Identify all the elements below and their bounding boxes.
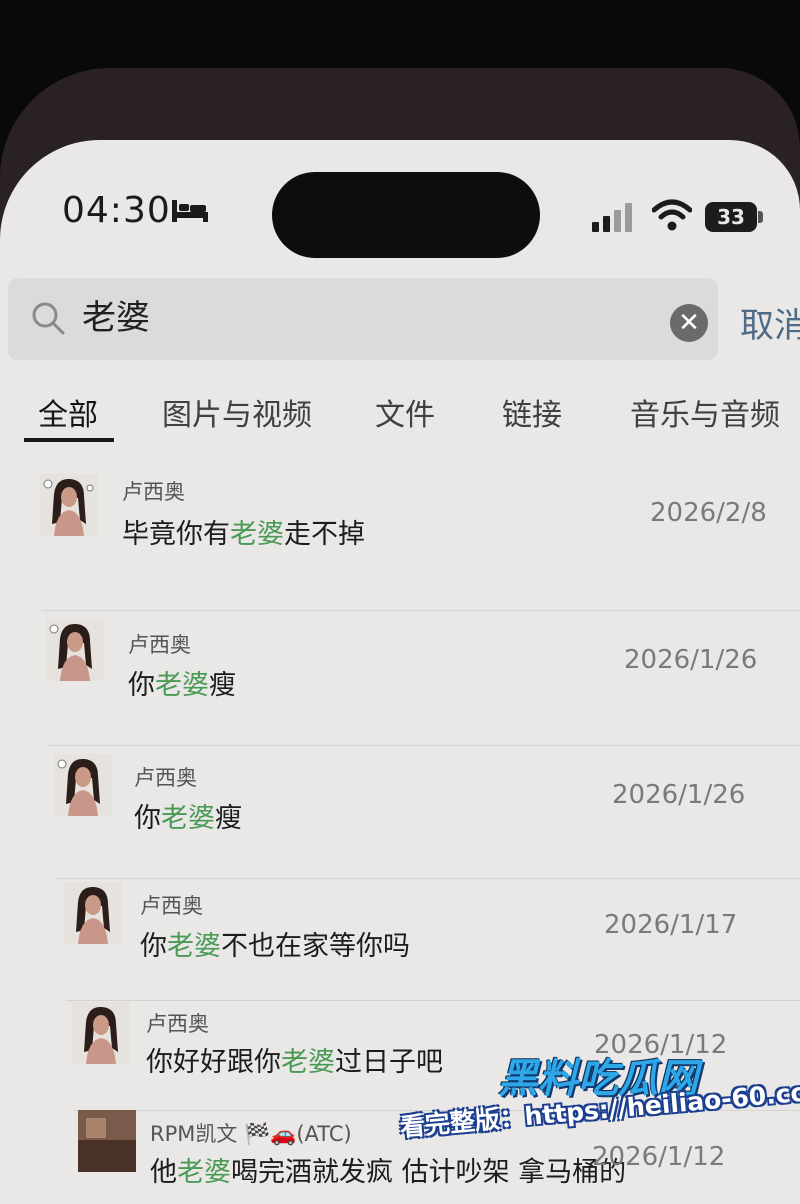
bed-icon <box>172 200 208 222</box>
tab-files[interactable]: 文件 <box>375 390 435 434</box>
message-text: 你 <box>134 803 161 834</box>
message-date: 2026/1/17 <box>604 910 738 940</box>
message-date: 2026/1/26 <box>612 780 746 810</box>
divider <box>42 610 800 611</box>
message-text: 毕竟你有 <box>122 519 230 550</box>
message-date: 2026/1/26 <box>624 645 758 675</box>
keyword-highlight: 老婆 <box>230 519 284 550</box>
list-item[interactable]: 卢西奥 你老婆瘦 2026/1/26 <box>0 752 800 877</box>
avatar <box>40 474 98 536</box>
cancel-button[interactable]: 取消 <box>740 298 800 347</box>
message-date: 2026/2/8 <box>650 498 767 528</box>
screen: 04:30 33 老婆 ✕ 取消 全部 图片与视频 文件 链接 音乐与音频 卢西… <box>0 140 800 1204</box>
sender-name: 卢西奥 <box>134 766 197 790</box>
tab-images-videos[interactable]: 图片与视频 <box>162 390 312 434</box>
search-input[interactable]: 老婆 <box>82 292 150 344</box>
list-item[interactable]: 卢西奥 你老婆不也在家等你吗 2026/1/17 <box>0 880 800 1002</box>
phone-frame: 04:30 33 老婆 ✕ 取消 全部 图片与视频 文件 链接 音乐与音频 卢西… <box>0 68 800 1204</box>
avatar <box>78 1110 136 1172</box>
message-text: 你 <box>140 931 167 962</box>
message-snippet: 毕竟你有老婆走不掉 <box>122 512 365 551</box>
keyword-highlight: 老婆 <box>155 670 209 701</box>
sender-name: 卢西奥 <box>140 894 203 918</box>
message-text: 过日子吧 <box>335 1047 443 1078</box>
search-bar[interactable]: 老婆 ✕ <box>8 278 718 360</box>
avatar <box>72 1002 130 1064</box>
keyword-highlight: 老婆 <box>167 931 221 962</box>
divider <box>56 878 800 879</box>
avatar <box>64 882 122 944</box>
sender-name: 卢西奥 <box>122 480 185 504</box>
tab-music-audio[interactable]: 音乐与音频 <box>630 390 780 434</box>
signal-icon <box>592 203 632 232</box>
tab-links[interactable]: 链接 <box>502 390 562 434</box>
message-text: 你好好跟你 <box>146 1047 281 1078</box>
message-text: 你 <box>128 670 155 701</box>
sender-name: 卢西奥 <box>146 1012 209 1036</box>
message-text: 瘦 <box>215 803 242 834</box>
keyword-highlight: 老婆 <box>177 1157 231 1188</box>
wifi-icon <box>652 199 692 231</box>
message-snippet: 你老婆瘦 <box>134 796 242 835</box>
message-text: 喝完酒就发疯 估计吵架 拿马桶的 <box>231 1157 627 1188</box>
status-time: 04:30 <box>62 190 171 231</box>
tab-all[interactable]: 全部 <box>38 390 98 434</box>
message-text: 瘦 <box>209 670 236 701</box>
clear-icon[interactable]: ✕ <box>670 304 708 342</box>
list-item[interactable]: 卢西奥 毕竟你有老婆走不掉 2026/2/8 <box>0 470 800 610</box>
message-snippet: 他老婆喝完酒就发疯 估计吵架 拿马桶的 <box>150 1150 626 1189</box>
dynamic-island <box>272 172 540 258</box>
message-snippet: 你老婆不也在家等你吗 <box>140 924 410 963</box>
battery-tip <box>758 211 763 223</box>
sender-name: RPM凯文 🏁🚗(ATC) <box>150 1122 352 1146</box>
message-snippet: 你老婆瘦 <box>128 663 236 702</box>
keyword-highlight: 老婆 <box>281 1047 335 1078</box>
list-item[interactable]: 卢西奥 你老婆瘦 2026/1/26 <box>0 615 800 745</box>
message-text: 走不掉 <box>284 519 365 550</box>
message-text: 他 <box>150 1157 177 1188</box>
avatar <box>46 619 104 681</box>
search-icon <box>32 302 65 335</box>
message-date: 2026/1/12 <box>592 1142 726 1172</box>
divider <box>48 745 800 746</box>
active-tab-indicator <box>24 438 114 442</box>
sender-name: 卢西奥 <box>128 633 191 657</box>
avatar <box>54 754 112 816</box>
message-text: 不也在家等你吗 <box>221 931 410 962</box>
message-snippet: 你好好跟你老婆过日子吧 <box>146 1040 443 1079</box>
keyword-highlight: 老婆 <box>161 803 215 834</box>
battery-icon: 33 <box>705 202 757 232</box>
